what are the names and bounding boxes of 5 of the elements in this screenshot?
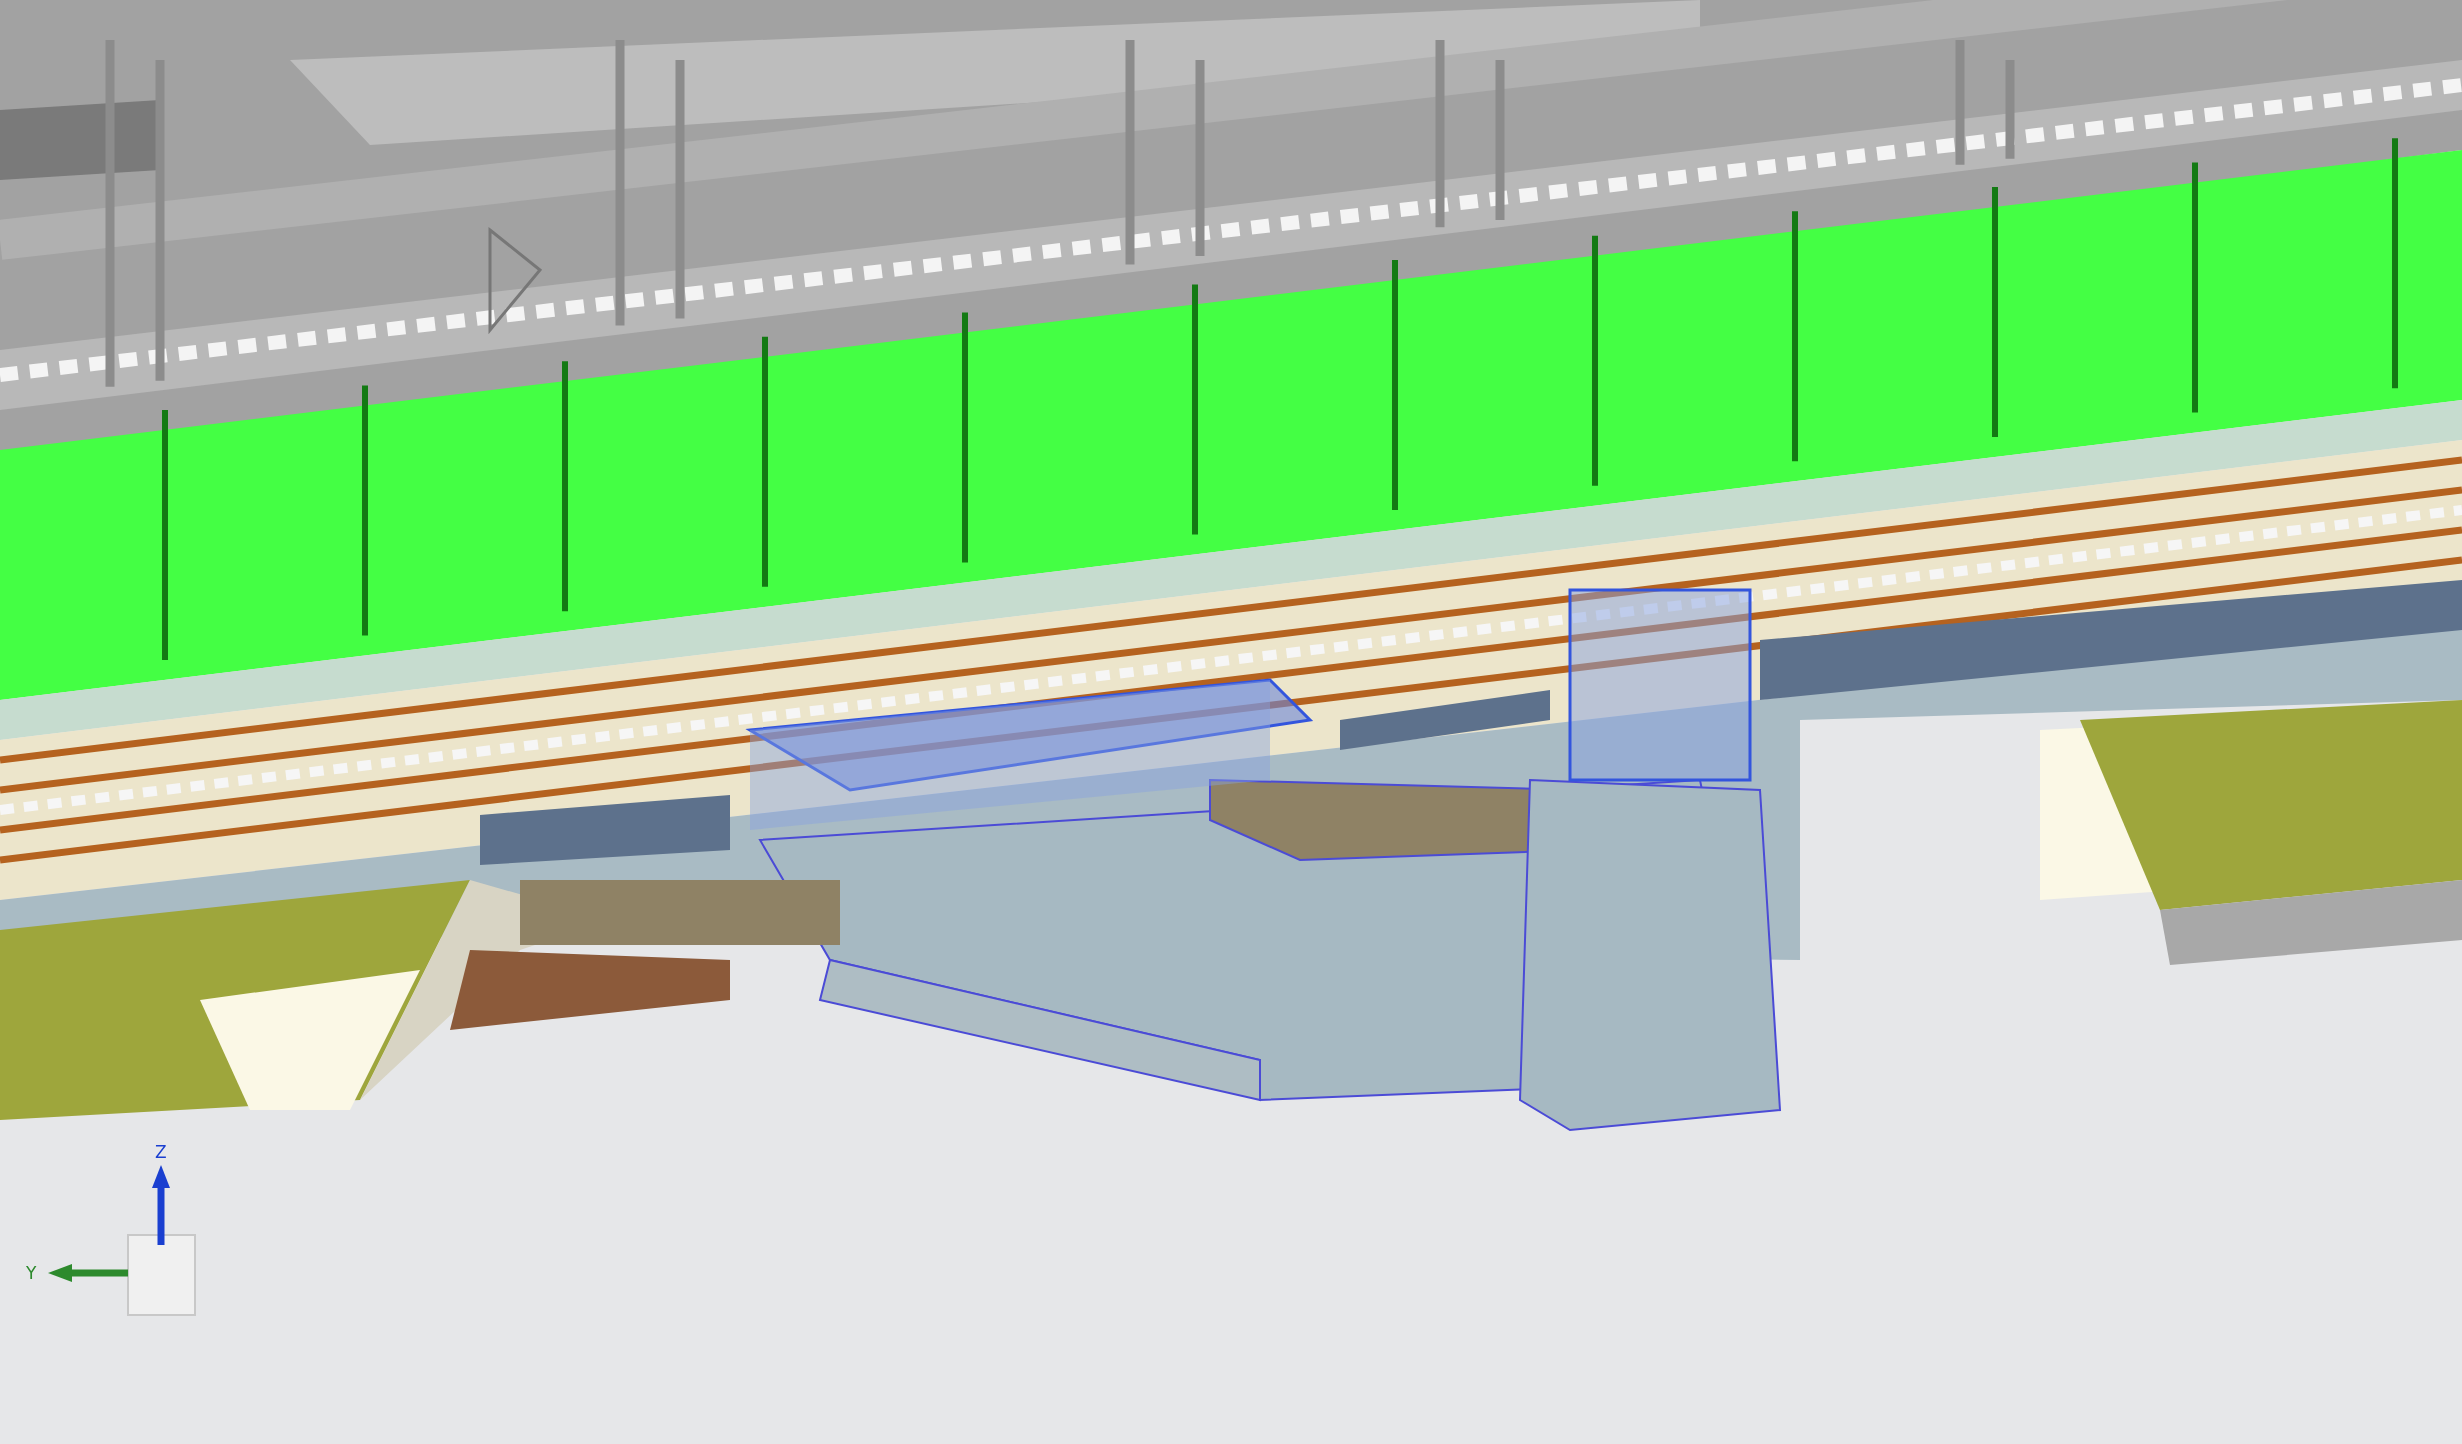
- z-axis-arrow-icon: [152, 1165, 170, 1245]
- y-axis-label: Y: [26, 1263, 37, 1283]
- z-axis-label: Z: [155, 1142, 167, 1162]
- axis-cube-icon: [127, 1234, 196, 1316]
- y-axis-arrow-icon: [48, 1264, 128, 1282]
